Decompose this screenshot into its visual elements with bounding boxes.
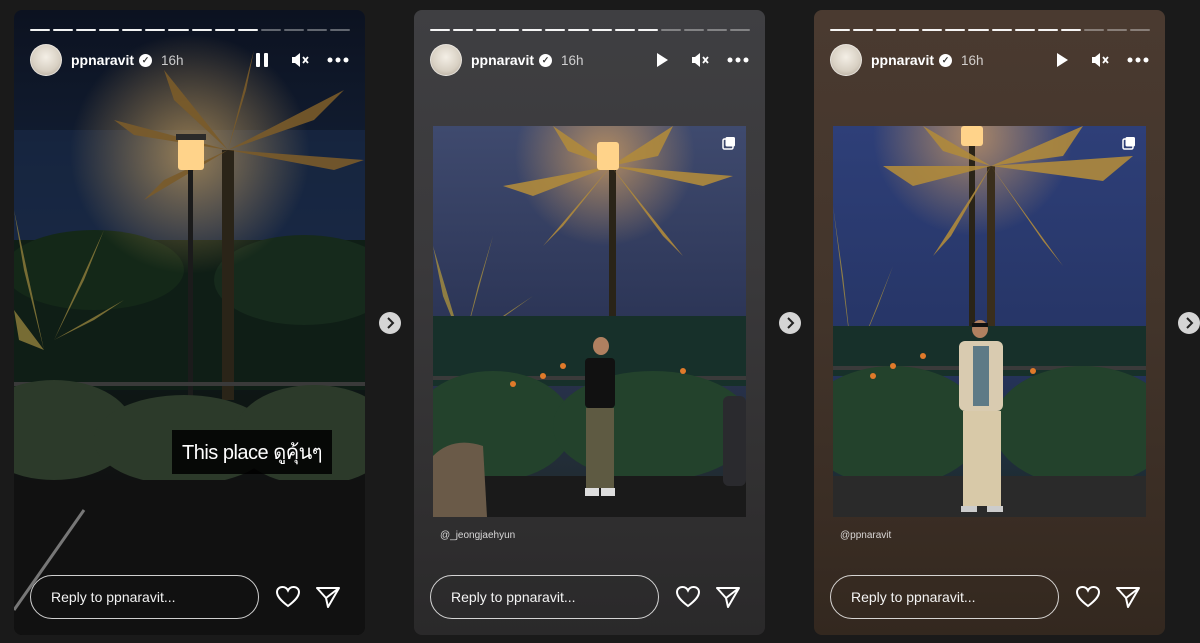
play-icon[interactable] xyxy=(1051,49,1073,71)
mention-tag[interactable]: @_jeongjaehyun xyxy=(440,530,515,541)
avatar[interactable] xyxy=(30,44,62,76)
story-header: ppnaravit ✓ 16h xyxy=(430,44,749,76)
reply-input[interactable] xyxy=(430,575,659,619)
heart-icon[interactable] xyxy=(675,584,701,610)
more-icon[interactable] xyxy=(1127,49,1149,71)
timestamp: 16h xyxy=(561,52,584,68)
story-progress-bar xyxy=(830,29,1151,31)
story-photo-card xyxy=(833,126,1146,517)
play-icon[interactable] xyxy=(651,49,673,71)
next-story-button[interactable] xyxy=(379,312,401,334)
story-photo-card xyxy=(433,126,746,517)
more-icon[interactable] xyxy=(327,49,349,71)
story-footer xyxy=(430,574,749,620)
story-header: ppnaravit ✓ 16h xyxy=(830,44,1149,76)
muted-speaker-icon[interactable] xyxy=(689,49,711,71)
more-icon[interactable] xyxy=(727,49,749,71)
next-story-button[interactable] xyxy=(779,312,801,334)
chevron-right-icon xyxy=(787,317,795,329)
avatar[interactable] xyxy=(430,44,462,76)
story-photo-man-black-tank xyxy=(433,126,746,517)
story-footer xyxy=(30,574,349,620)
send-icon[interactable] xyxy=(1115,584,1141,610)
reply-input[interactable] xyxy=(30,575,259,619)
story-photo-man-cardigan xyxy=(833,126,1146,517)
verified-badge-icon: ✓ xyxy=(939,53,953,67)
story-photo-palm-night xyxy=(14,34,365,635)
story-card-2[interactable]: ppnaravit ✓ 16h @_jeongjaehyun Reply to … xyxy=(414,10,765,635)
next-story-button[interactable] xyxy=(1178,312,1200,334)
story-card-1[interactable]: ppnaravit ✓ 16h This place ดูคุ้นๆ xyxy=(14,10,365,635)
timestamp: 16h xyxy=(161,52,184,68)
muted-speaker-icon[interactable] xyxy=(289,49,311,71)
username[interactable]: ppnaravit xyxy=(71,52,134,68)
story-caption: This place ดูคุ้นๆ xyxy=(172,430,332,474)
story-header: ppnaravit ✓ 16h xyxy=(30,44,349,76)
heart-icon[interactable] xyxy=(275,584,301,610)
chevron-right-icon xyxy=(1186,317,1194,329)
pause-icon[interactable] xyxy=(251,49,273,71)
send-icon[interactable] xyxy=(315,584,341,610)
story-card-3[interactable]: ppnaravit ✓ 16h @ppnaravit Reply to ppna… xyxy=(814,10,1165,635)
story-footer xyxy=(830,574,1149,620)
multiple-photos-icon xyxy=(722,136,736,155)
verified-badge-icon: ✓ xyxy=(539,53,553,67)
avatar[interactable] xyxy=(830,44,862,76)
heart-icon[interactable] xyxy=(1075,584,1101,610)
muted-speaker-icon[interactable] xyxy=(1089,49,1111,71)
timestamp: 16h xyxy=(961,52,984,68)
story-progress-bar xyxy=(430,29,751,31)
reply-input[interactable] xyxy=(830,575,1059,619)
mention-tag[interactable]: @ppnaravit xyxy=(840,530,891,541)
chevron-right-icon xyxy=(387,317,395,329)
verified-badge-icon: ✓ xyxy=(139,53,153,67)
multiple-photos-icon xyxy=(1122,136,1136,155)
send-icon[interactable] xyxy=(715,584,741,610)
username[interactable]: ppnaravit xyxy=(471,52,534,68)
story-progress-bar xyxy=(30,29,351,31)
username[interactable]: ppnaravit xyxy=(871,52,934,68)
